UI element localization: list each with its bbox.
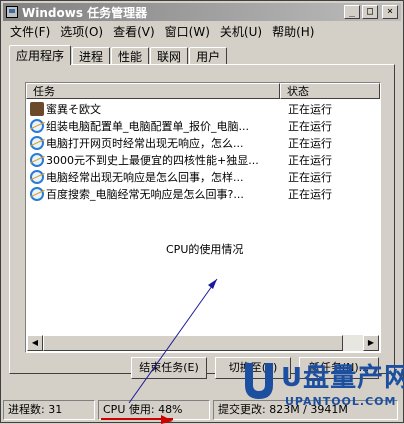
task-status: 正在运行: [288, 153, 332, 167]
task-row[interactable]: 电脑打开网页时经常出现无响应，怎么... 正在运行: [26, 134, 380, 151]
list-header: 任务 状态: [26, 83, 380, 99]
column-task[interactable]: 任务: [26, 83, 280, 99]
task-name: 3000元不到史上最便宜的四核性能+独显...: [46, 153, 259, 167]
menu-view[interactable]: 查看(V): [108, 23, 160, 41]
task-status: 正在运行: [288, 102, 332, 116]
tab-strip: 应用程序 进程 性能 联网 用户: [9, 45, 228, 65]
tab-processes[interactable]: 进程: [72, 47, 111, 65]
scroll-right-icon[interactable]: ▶: [363, 335, 379, 351]
menu-help[interactable]: 帮助(H): [267, 23, 319, 41]
window-title: Windows 任务管理器: [22, 5, 148, 20]
menu-window[interactable]: 窗口(W): [160, 23, 215, 41]
task-status: 正在运行: [288, 170, 332, 184]
menu-file[interactable]: 文件(F): [5, 23, 55, 41]
ie-icon: [30, 169, 44, 184]
task-row[interactable]: 3000元不到史上最便宜的四核性能+独显... 正在运行: [26, 151, 380, 168]
task-manager-icon: [6, 6, 18, 18]
menu-bar: 文件(F) 选项(O) 查看(V) 窗口(W) 关机(U) 帮助(H): [5, 23, 319, 41]
task-row[interactable]: 百度搜索_电脑经常无响应是怎么回事?... 正在运行: [26, 185, 380, 202]
task-name: 百度搜索_电脑经常无响应是怎么回事?...: [46, 187, 244, 201]
task-row[interactable]: 电脑经常出现无响应是怎么回事，怎样... 正在运行: [26, 168, 380, 185]
tab-applications[interactable]: 应用程序: [9, 45, 72, 65]
watermark: U盘量产网 UPANTOOL.COM: [239, 357, 404, 417]
task-list[interactable]: 任务 状态 蜜異そ欧文 正在运行 组装电脑配置单_电脑配置单_报价_电脑... …: [25, 82, 381, 353]
watermark-url: UPANTOOL.COM: [285, 395, 397, 408]
ie-icon: [30, 118, 44, 133]
task-status: 正在运行: [288, 119, 332, 133]
ie-icon: [30, 152, 44, 167]
task-row[interactable]: 组装电脑配置单_电脑配置单_报价_电脑... 正在运行: [26, 117, 380, 134]
task-status: 正在运行: [288, 136, 332, 150]
scroll-left-icon[interactable]: ◀: [27, 335, 43, 351]
task-name: 电脑打开网页时经常出现无响应，怎么...: [46, 136, 244, 150]
folder-icon: [30, 101, 44, 116]
scroll-thumb[interactable]: [43, 335, 343, 351]
status-processes: 进程数: 31: [3, 400, 95, 420]
ie-icon: [30, 186, 44, 201]
minimize-button[interactable]: _: [344, 5, 360, 19]
ie-icon: [30, 135, 44, 150]
tab-networking[interactable]: 联网: [150, 47, 189, 65]
menu-shutdown[interactable]: 关机(U): [215, 23, 267, 41]
cpu-annotation-label: CPU的使用情况: [166, 243, 244, 256]
task-name: 电脑经常出现无响应是怎么回事，怎样...: [46, 170, 244, 184]
task-name: 组装电脑配置单_电脑配置单_报价_电脑...: [46, 119, 249, 133]
tab-users[interactable]: 用户: [189, 47, 228, 65]
watermark-text: U盘量产网: [281, 363, 404, 393]
u-disk-logo-icon: [245, 363, 273, 399]
task-status: 正在运行: [288, 187, 332, 201]
task-name: 蜜異そ欧文: [46, 102, 101, 116]
maximize-button[interactable]: □: [362, 5, 378, 19]
title-bar: Windows 任务管理器 _ □ ×: [3, 3, 401, 21]
tab-performance[interactable]: 性能: [111, 47, 150, 65]
column-status[interactable]: 状态: [280, 83, 380, 99]
menu-options[interactable]: 选项(O): [55, 23, 108, 41]
status-cpu: CPU 使用: 48%: [98, 400, 210, 420]
end-task-button[interactable]: 结束任务(E): [131, 357, 207, 379]
close-button[interactable]: ×: [382, 5, 398, 19]
task-manager-window: Windows 任务管理器 _ □ × 文件(F) 选项(O) 查看(V) 窗口…: [0, 0, 404, 424]
horizontal-scrollbar[interactable]: ◀ ▶: [27, 335, 379, 351]
task-row[interactable]: 蜜異そ欧文 正在运行: [26, 100, 380, 117]
